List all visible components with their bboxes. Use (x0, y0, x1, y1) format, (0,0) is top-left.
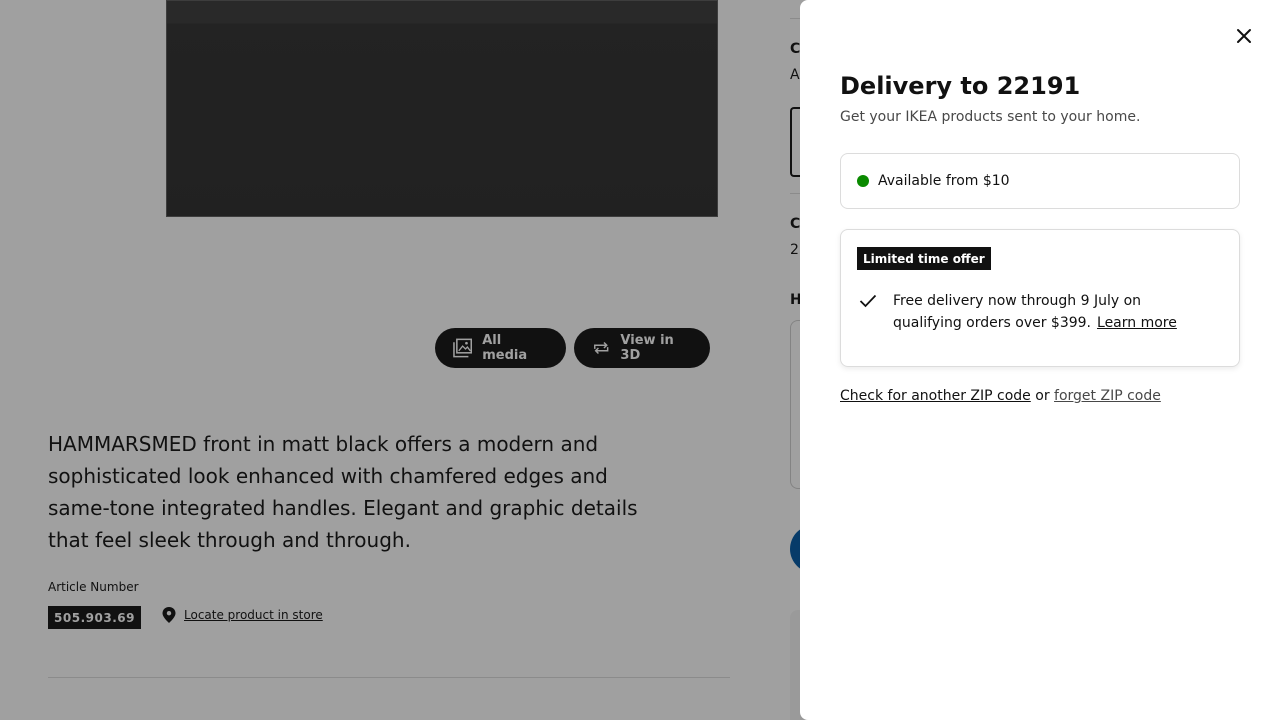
forget-zip-link[interactable]: forget ZIP code (1054, 388, 1161, 404)
check-icon (859, 294, 877, 308)
availability-text: Available from $10 (878, 173, 1010, 189)
status-dot-icon (857, 175, 869, 187)
offer-card: Limited time offer Free delivery now thr… (840, 229, 1240, 367)
check-zip-link[interactable]: Check for another ZIP code (840, 388, 1031, 404)
or-text: or (1035, 388, 1050, 404)
modal-title: Delivery to 22191 (840, 72, 1081, 100)
offer-description: Free delivery now through 9 July on qual… (893, 290, 1213, 334)
close-icon (1237, 29, 1251, 43)
availability-card: Available from $10 (840, 153, 1240, 209)
zip-actions: Check for another ZIP code or forget ZIP… (840, 388, 1161, 404)
close-button[interactable] (1224, 16, 1264, 56)
modal-subtitle: Get your IKEA products sent to your home… (840, 109, 1141, 125)
limited-offer-badge: Limited time offer (857, 247, 991, 270)
learn-more-link[interactable]: Learn more (1097, 315, 1177, 331)
delivery-modal: Delivery to 22191 Get your IKEA products… (800, 0, 1280, 720)
